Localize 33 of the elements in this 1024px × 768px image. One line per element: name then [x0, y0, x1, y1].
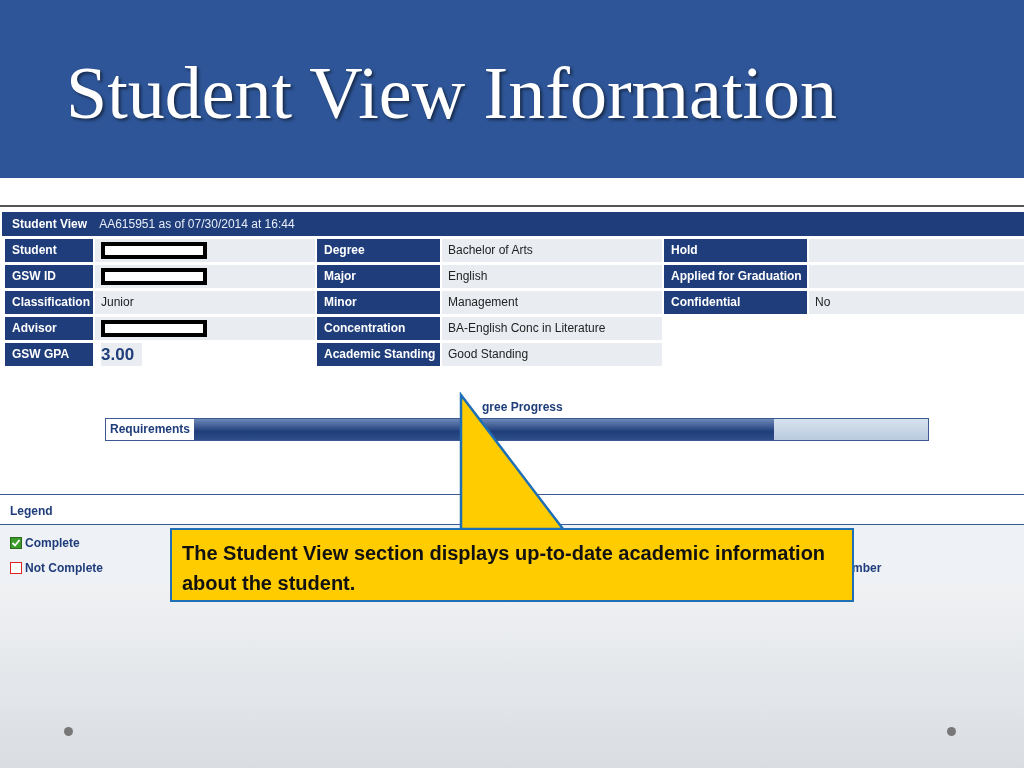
- field-label: Academic Standing: [317, 343, 440, 366]
- field-label: Advisor: [5, 317, 93, 340]
- field-label: GSW ID: [5, 265, 93, 288]
- timestamp: AA615951 as of 07/30/2014 at 16:44: [99, 217, 295, 231]
- field-value: Good Standing: [442, 343, 662, 366]
- section-title: Student View: [12, 217, 88, 231]
- slide-title: Student View Information: [66, 50, 838, 136]
- slide-dot: [64, 727, 73, 736]
- legend-item: Complete: [10, 535, 80, 550]
- field-value: No: [809, 291, 1024, 314]
- field-label: Major: [317, 265, 440, 288]
- field-value: BA-English Conc in Literature: [442, 317, 662, 340]
- gpa-value: 3.00: [95, 343, 315, 366]
- legend-item: Not Complete: [10, 560, 103, 575]
- field-label: Degree: [317, 239, 440, 262]
- progress-label: Requirements: [109, 421, 192, 438]
- field-label: Minor: [317, 291, 440, 314]
- field-label: Hold: [664, 239, 807, 262]
- field-value: Junior: [95, 291, 315, 314]
- field-label: Classification: [5, 291, 93, 314]
- field-label: Concentration: [317, 317, 440, 340]
- progress-title: gree Progress: [482, 400, 563, 414]
- field-value: Bachelor of Arts: [442, 239, 662, 262]
- field-label: Confidential: [664, 291, 807, 314]
- slide-dot: [947, 727, 956, 736]
- field-label: Applied for Graduation: [664, 265, 807, 288]
- legend-title: Legend: [9, 503, 54, 520]
- checkbox-empty-icon: [10, 561, 22, 574]
- field-value: Management: [442, 291, 662, 314]
- checkbox-checked-icon: [10, 536, 22, 549]
- field-label: Student: [5, 239, 93, 262]
- field-value: English: [442, 265, 662, 288]
- field-label: GSW GPA: [5, 343, 93, 366]
